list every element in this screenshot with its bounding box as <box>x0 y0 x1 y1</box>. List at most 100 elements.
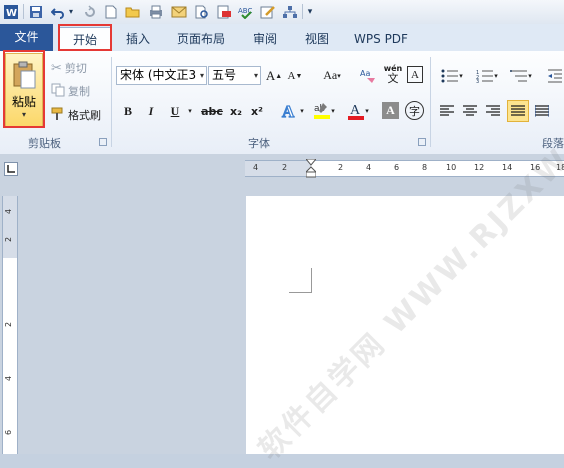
numbering-button[interactable]: 123 ▾ <box>472 66 502 85</box>
font-color-button[interactable]: A ▾ <box>344 100 372 122</box>
export-pdf-icon[interactable] <box>215 3 233 20</box>
clear-format-button[interactable]: Aa <box>358 65 378 85</box>
align-center-button[interactable] <box>460 101 480 121</box>
hruler-tick: 4 <box>253 163 259 172</box>
undo-icon[interactable] <box>50 3 66 20</box>
format-painter-button[interactable]: 格式刷 <box>51 106 101 124</box>
format-painter-label: 格式刷 <box>68 109 101 122</box>
align-center-icon <box>463 105 477 116</box>
grow-font-button[interactable]: A ▲ <box>265 66 283 85</box>
hruler-tick: 10 <box>446 163 457 172</box>
ribbon-home: 粘贴 ▾ ✂ 剪切 复制 格式刷 剪贴板 宋体 (中文正3 ▾ 五号 ▾ A ▲ … <box>0 50 564 155</box>
edit-document-icon[interactable] <box>259 3 277 20</box>
font-color-icon: A <box>348 103 365 120</box>
print-icon[interactable] <box>147 3 165 20</box>
character-shading-button[interactable]: A <box>382 102 399 119</box>
decrease-indent-icon <box>547 69 562 82</box>
svg-text:A: A <box>282 102 295 121</box>
paste-icon <box>13 61 36 89</box>
font-launcher-icon[interactable] <box>418 138 426 146</box>
distributed-icon <box>535 105 549 117</box>
align-right-button[interactable] <box>483 101 503 121</box>
format-painter-icon <box>51 107 65 124</box>
italic-button[interactable]: I <box>142 101 160 121</box>
cut-label: 剪切 <box>64 62 87 75</box>
open-folder-icon[interactable] <box>124 3 142 20</box>
shrink-font-icon: A <box>287 69 296 82</box>
change-case-button[interactable]: Aa ▾ <box>318 66 346 85</box>
justify-icon <box>511 105 525 116</box>
character-shading-icon: A <box>386 103 395 117</box>
new-document-icon[interactable] <box>103 3 119 20</box>
multilevel-list-button[interactable]: ▾ <box>506 66 536 85</box>
print-preview-icon[interactable] <box>193 3 211 20</box>
tab-selector-icon[interactable] <box>4 162 18 176</box>
font-name-combo[interactable]: 宋体 (中文正3 ▾ <box>116 66 207 85</box>
svg-text:Aa: Aa <box>360 69 370 78</box>
vruler-top-margin <box>3 196 17 258</box>
bold-button[interactable]: B <box>119 101 137 121</box>
superscript-button[interactable]: x² <box>248 101 266 121</box>
change-case-icon: Aa <box>323 68 338 82</box>
tab-file[interactable]: 文件 <box>0 24 53 51</box>
paste-button[interactable]: 粘贴 ▾ <box>5 53 43 127</box>
spelling-check-icon[interactable]: ABC <box>237 3 255 20</box>
mail-icon[interactable] <box>170 3 188 20</box>
phonetic-guide-button[interactable]: wén 文 <box>382 64 404 86</box>
copy-icon <box>51 83 65 100</box>
decrease-indent-button[interactable] <box>545 66 564 85</box>
customize-toolbar-icon[interactable]: ▾ <box>305 3 315 20</box>
tab-page-layout[interactable]: 页面布局 <box>168 27 234 51</box>
cut-button[interactable]: ✂ 剪切 <box>51 59 87 77</box>
align-left-button[interactable] <box>437 101 457 121</box>
svg-text:A: A <box>350 103 361 118</box>
tab-home[interactable]: 开始 <box>58 27 112 52</box>
shrink-font-button[interactable]: A ▼ <box>286 66 304 85</box>
paste-label: 粘贴 <box>11 95 36 109</box>
justify-button[interactable] <box>507 100 529 122</box>
undo-dropdown-icon[interactable]: ▾ <box>67 3 75 20</box>
svg-text:3: 3 <box>476 79 479 83</box>
underline-button[interactable]: U <box>166 101 184 121</box>
indent-marker-icon[interactable] <box>304 158 318 181</box>
enclose-characters-button[interactable]: 字 <box>405 101 424 120</box>
vruler-tick: 6 <box>4 429 14 436</box>
clipboard-group-label: 剪贴板 <box>28 137 61 150</box>
align-left-icon <box>440 105 454 116</box>
paste-dropdown-icon[interactable]: ▾ <box>22 110 26 119</box>
redo-icon[interactable] <box>82 3 98 20</box>
font-size-dropdown-icon[interactable]: ▾ <box>254 67 258 84</box>
font-group-label: 字体 <box>248 137 270 150</box>
save-icon[interactable] <box>27 3 45 20</box>
quick-access-toolbar: W ▾ ABC ▾ <box>0 0 564 25</box>
subscript-button[interactable]: x₂ <box>227 101 245 121</box>
copy-button[interactable]: 复制 <box>51 82 90 100</box>
vruler-tick: 4 <box>4 375 14 382</box>
clipboard-launcher-icon[interactable] <box>99 138 107 146</box>
vruler-tick: 2 <box>4 236 14 243</box>
character-border-icon: A <box>411 68 419 81</box>
strikethrough-button[interactable]: abc <box>200 101 224 121</box>
font-size-combo[interactable]: 五号 ▾ <box>208 66 261 85</box>
underline-dropdown-icon[interactable]: ▾ <box>185 103 195 119</box>
hruler-tick: 8 <box>422 163 428 172</box>
hruler-tick: 2 <box>282 163 288 172</box>
character-border-button[interactable]: A <box>407 66 423 83</box>
tab-review[interactable]: 审阅 <box>244 27 286 51</box>
font-name-dropdown-icon[interactable]: ▾ <box>200 67 204 84</box>
bullets-button[interactable]: ▾ <box>437 66 467 85</box>
highlight-color-button[interactable]: ab ▾ <box>310 100 338 122</box>
font-name-value: 宋体 (中文正3 <box>120 68 197 82</box>
tab-insert[interactable]: 插入 <box>117 27 159 51</box>
organize-icon[interactable] <box>281 3 299 20</box>
vruler-tick: 4 <box>4 208 14 215</box>
font-size-value: 五号 <box>212 68 237 82</box>
tab-wps-pdf[interactable]: WPS PDF <box>346 27 416 51</box>
distributed-button[interactable] <box>532 101 552 121</box>
hruler-tick: 2 <box>338 163 344 172</box>
tab-view[interactable]: 视图 <box>296 27 338 51</box>
scissors-icon: ✂ <box>51 60 62 76</box>
enclose-characters-icon: 字 <box>409 104 420 118</box>
margin-corner-mark <box>289 268 312 293</box>
text-effects-button[interactable]: A ▾ <box>280 100 304 122</box>
